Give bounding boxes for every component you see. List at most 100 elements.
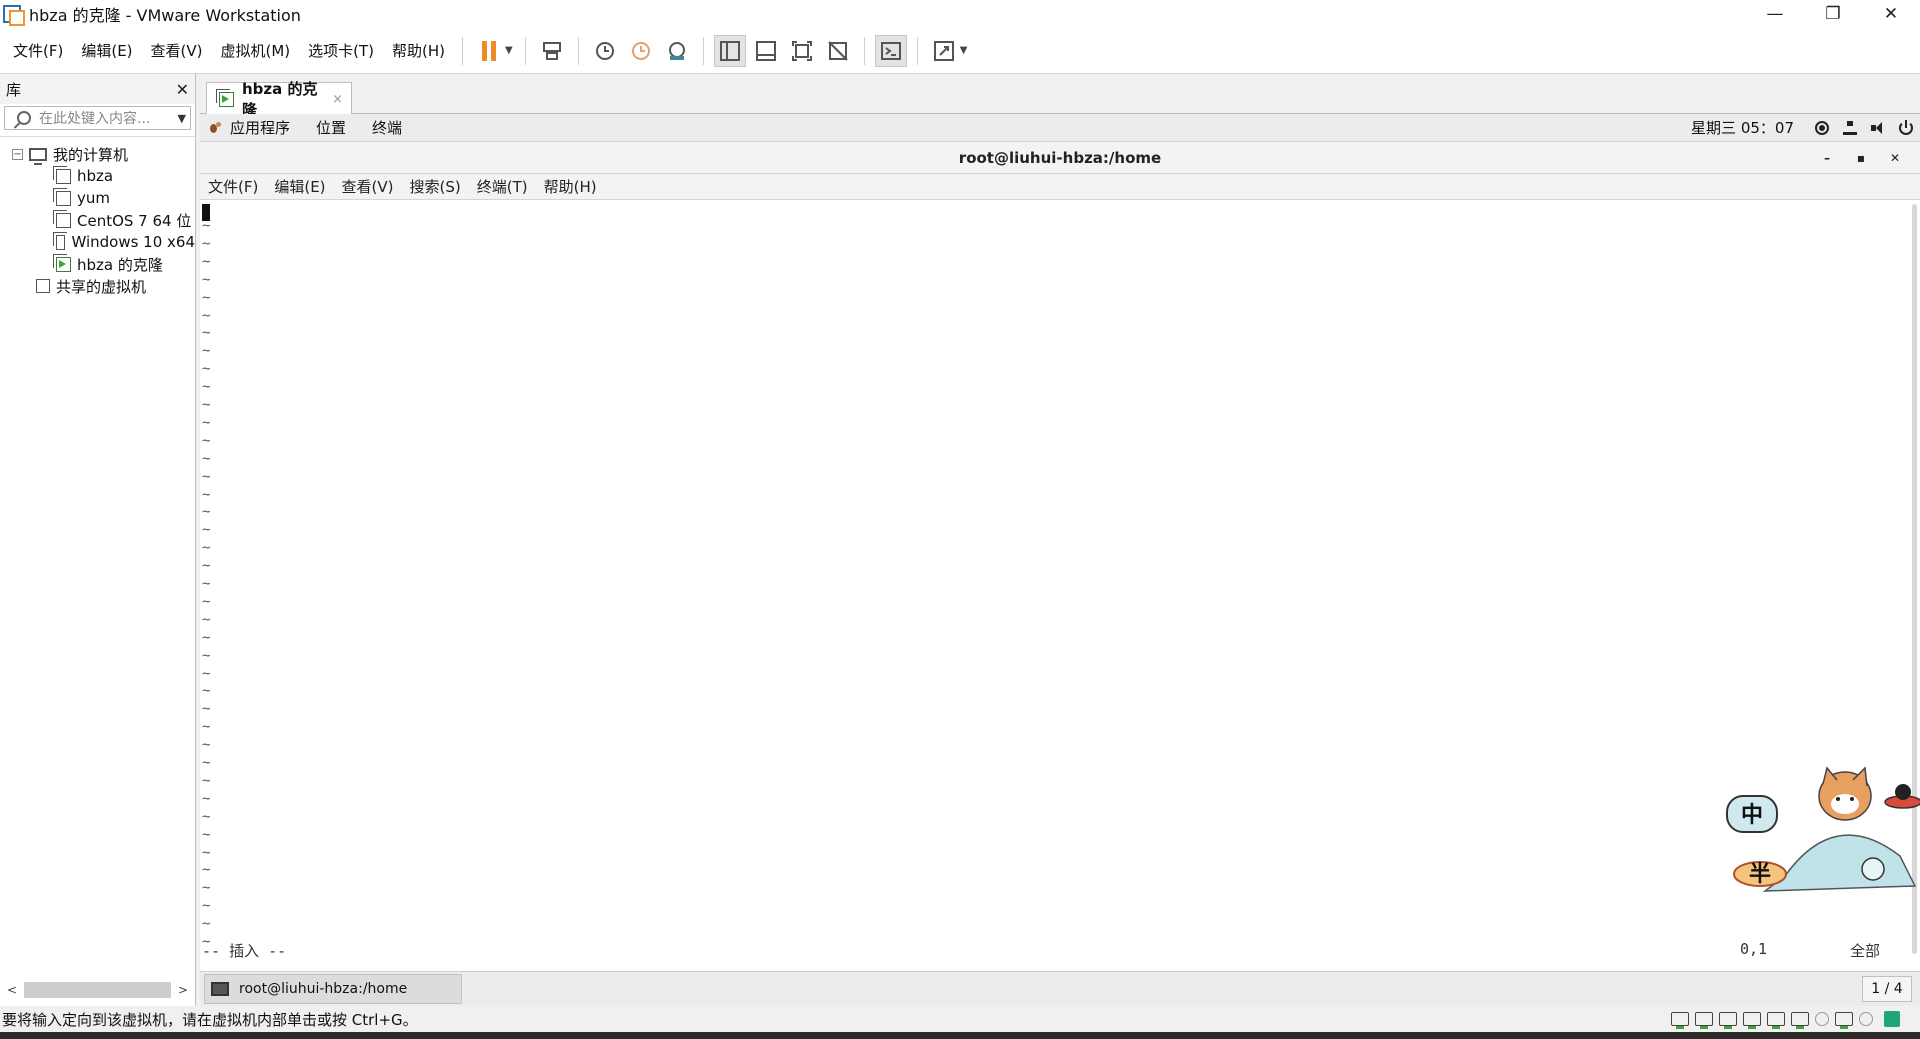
terminal-maximize-button[interactable]: ▪ (1844, 151, 1878, 165)
hard-disk-icon[interactable] (1671, 1012, 1689, 1029)
gnome-taskbar: root@liuhui-hbza:/home 1 / 4 (200, 971, 1920, 1006)
stretch-dropdown-icon[interactable]: ▼ (960, 45, 968, 56)
message-log-icon[interactable] (1884, 1011, 1900, 1027)
network-icon[interactable] (1843, 120, 1857, 135)
pause-button[interactable] (473, 35, 505, 67)
terminal-titlebar[interactable]: root@liuhui-hbza:/home – ▪ ✕ (200, 142, 1920, 174)
hard-disk-icon[interactable] (1791, 1012, 1809, 1029)
terminal-icon (211, 982, 229, 996)
vim-empty-line-tilde: ~ (202, 701, 211, 718)
clock[interactable]: 星期三 05：07 (1691, 117, 1794, 138)
tab-hbza-clone[interactable]: hbza 的克隆 × (206, 80, 352, 119)
send-ctrl-alt-del-button[interactable] (536, 35, 568, 67)
terminal-menu-view[interactable]: 查看(V) (342, 176, 394, 197)
scroll-right-icon[interactable]: > (175, 983, 191, 997)
library-view-button[interactable] (713, 34, 746, 67)
menu-view[interactable]: 查看(V) (142, 40, 212, 61)
terminal-menu-search[interactable]: 搜索(S) (410, 176, 461, 197)
menu-tabs[interactable]: 选项卡(T) (299, 40, 383, 61)
unity-button[interactable] (822, 35, 854, 67)
revert-snapshot-icon (631, 41, 650, 60)
menu-file[interactable]: 文件(F) (4, 40, 72, 61)
taskbar-terminal-item[interactable]: root@liuhui-hbza:/home (204, 974, 462, 1004)
power-icon[interactable] (1899, 119, 1913, 135)
terminal-menu-terminal[interactable]: 终端(T) (477, 176, 528, 197)
library-panel: 库 ✕ 在此处键入内容... ▼ − 我的计算机 hbza yum CentOS… (0, 74, 196, 1006)
terminal-minimize-button[interactable]: – (1810, 151, 1844, 165)
revert-snapshot-button[interactable] (625, 35, 657, 67)
hard-disk-icon[interactable] (1743, 1012, 1761, 1029)
tree-item-vm[interactable]: Windows 10 x64 (0, 231, 195, 253)
tab-close-button[interactable]: × (332, 92, 343, 107)
workspace-switcher[interactable]: 1 / 4 (1862, 976, 1912, 1002)
applications-menu[interactable]: 应用程序 (230, 117, 290, 138)
ime-lang-text: 中 (1741, 803, 1763, 828)
vim-empty-line-tilde: ~ (202, 916, 211, 933)
tree-item-label: hbza (77, 167, 114, 185)
record-icon[interactable] (1815, 120, 1829, 135)
thumbnail-view-button[interactable] (750, 35, 782, 67)
collapse-icon[interactable]: − (12, 148, 23, 160)
minimize-button[interactable]: — (1746, 0, 1804, 28)
vim-empty-line-tilde: ~ (202, 271, 211, 288)
network-adapter-icon[interactable] (1835, 1012, 1853, 1029)
scroll-left-icon[interactable]: < (4, 983, 20, 997)
vim-empty-line-tilde: ~ (202, 790, 211, 807)
tree-item-vm[interactable]: hbza (0, 165, 195, 187)
gear-icon[interactable] (1895, 784, 1911, 800)
snapshot-button[interactable] (589, 35, 621, 67)
menu-edit[interactable]: 编辑(E) (72, 40, 141, 61)
tree-item-shared-vms[interactable]: 共享的虚拟机 (0, 275, 195, 297)
restore-button[interactable]: ❐ (1804, 0, 1862, 28)
terminal-menu-file[interactable]: 文件(F) (208, 176, 258, 197)
menu-help[interactable]: 帮助(H) (383, 40, 454, 61)
search-icon (17, 111, 31, 125)
ime-help-icon[interactable] (1861, 857, 1885, 881)
vim-empty-line-tilde: ~ (202, 755, 211, 771)
terminal-menubar: 文件(F) 编辑(E) 查看(V) 搜索(S) 终端(T) 帮助(H) (200, 174, 1920, 200)
vim-empty-line-tilde: ~ (202, 737, 211, 754)
hard-disk-icon[interactable] (1695, 1012, 1713, 1029)
library-search-input[interactable]: 在此处键入内容... ▼ (4, 106, 191, 130)
hard-disk-icon[interactable] (1767, 1012, 1785, 1029)
tree-item-label: Windows 10 x64 (71, 233, 195, 251)
sound-card-icon[interactable] (1859, 1012, 1873, 1026)
terminal-close-button[interactable]: ✕ (1878, 151, 1912, 165)
gnome-foot-icon (210, 121, 222, 134)
thumbnail-view-icon (755, 40, 776, 61)
places-menu[interactable]: 位置 (316, 117, 346, 138)
snapshot-manager-button[interactable] (661, 35, 693, 67)
stretch-button[interactable] (928, 35, 960, 67)
library-close-button[interactable]: ✕ (176, 80, 189, 99)
scrollbar-thumb[interactable] (24, 982, 171, 998)
fullscreen-button[interactable] (786, 35, 818, 67)
menu-vm[interactable]: 虚拟机(M) (212, 40, 300, 61)
tree-item-vm[interactable]: CentOS 7 64 位 (0, 209, 195, 231)
console-view-button[interactable] (874, 34, 907, 67)
cd-rom-icon[interactable] (1815, 1012, 1829, 1026)
ime-mascot-widget[interactable]: 中 半 (1725, 766, 1920, 896)
tree-item-my-computer[interactable]: − 我的计算机 (0, 143, 195, 165)
terminal-body[interactable]: -- 插入 -- 0,1 全部 ~ ~ ~ ~ ~ ~ ~ ~ ~ ~ ~ ~ ~ ~ ~ ~ ~ ~ ~ ~ ~ ~ ~ ~… (200, 200, 1920, 960)
library-horizontal-scrollbar[interactable]: < > (4, 980, 191, 1000)
hard-disk-icon[interactable] (1719, 1012, 1737, 1029)
vim-empty-line-tilde: ~ (202, 611, 211, 628)
vim-empty-line-tilde: ~ (202, 558, 211, 575)
search-dropdown-icon[interactable]: ▼ (178, 112, 186, 125)
tree-item-vm-running[interactable]: hbza 的克隆 (0, 253, 195, 275)
vim-empty-line-tilde: ~ (202, 468, 211, 485)
terminal-app-menu[interactable]: 终端 (372, 117, 402, 138)
pause-dropdown-icon[interactable]: ▼ (505, 45, 513, 56)
console-icon (880, 41, 901, 60)
scroll-indicator: 全部 (1850, 942, 1881, 960)
vim-empty-line-tilde: ~ (202, 719, 211, 736)
guest-display[interactable]: 应用程序 位置 终端 星期三 05：07 root@liuhui-hbza:/h… (200, 114, 1920, 1006)
terminal-menu-edit[interactable]: 编辑(E) (274, 176, 325, 197)
close-button[interactable]: ✕ (1862, 0, 1920, 28)
terminal-menu-help[interactable]: 帮助(H) (544, 176, 597, 197)
tree-item-vm[interactable]: yum (0, 187, 195, 209)
volume-icon[interactable] (1871, 121, 1885, 135)
library-tree: − 我的计算机 hbza yum CentOS 7 64 位 Windows 1… (0, 136, 195, 297)
vim-empty-line-tilde: ~ (202, 486, 211, 503)
vim-empty-line-tilde: ~ (202, 844, 211, 861)
